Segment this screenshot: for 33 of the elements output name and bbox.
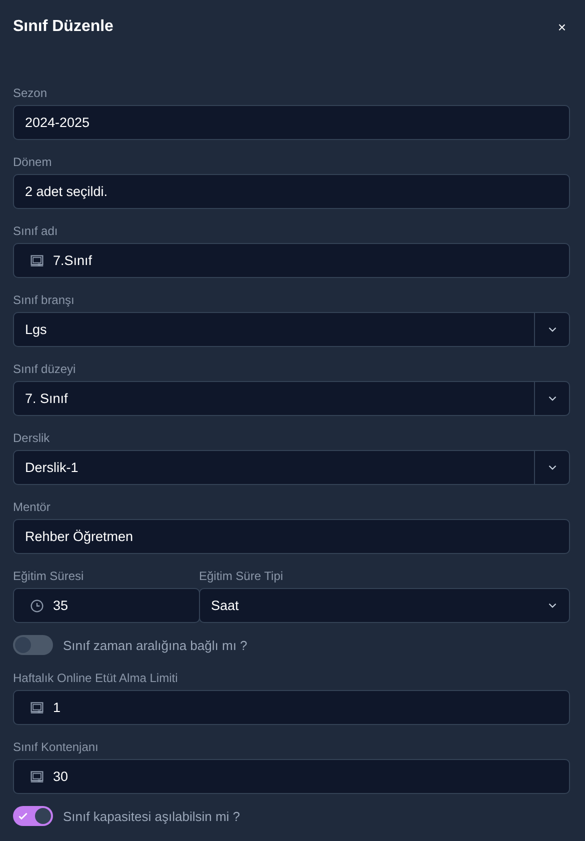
select-field[interactable]: Lgs xyxy=(13,312,570,347)
toggle-switch[interactable] xyxy=(13,806,53,826)
field-label: Haftalık Online Etüt Alma Limiti xyxy=(13,670,179,686)
field-label: Derslik xyxy=(13,430,51,446)
input-field[interactable]: 2024-2025 xyxy=(13,105,570,140)
input-field[interactable]: 2 adet seçildi. xyxy=(13,174,570,209)
close-button[interactable]: × xyxy=(554,19,570,35)
field-label: Sınıf Kontenjanı xyxy=(13,739,100,755)
board-icon xyxy=(30,254,44,268)
board-icon xyxy=(30,770,44,784)
field-label: Sezon xyxy=(13,85,48,101)
input-field[interactable]: 1 xyxy=(13,690,570,725)
board-icon xyxy=(30,700,44,714)
toggle-label: Sınıf kapasitesi aşılabilsin mi ? xyxy=(63,808,240,824)
field-label: Eğitim Süresi xyxy=(13,568,85,584)
select-field[interactable]: Derslik-1 xyxy=(13,450,570,485)
toggle-switch[interactable] xyxy=(13,635,53,655)
input-field[interactable]: 35 xyxy=(13,588,200,623)
input-field[interactable]: Rehber Öğretmen xyxy=(13,519,570,554)
field-label: Sınıf branşı xyxy=(13,292,76,308)
toggle-label: Sınıf zaman aralığına bağlı mı ? xyxy=(63,638,248,652)
field-label: Sınıf adı xyxy=(13,223,59,239)
field-label: Dönem xyxy=(13,154,53,170)
field-label: Sınıf düzeyi xyxy=(13,361,77,377)
select-field[interactable]: Saat xyxy=(199,588,570,623)
field-label: Mentör xyxy=(13,499,52,515)
field-label: Eğitim Süre Tipi xyxy=(199,568,284,584)
clock-icon xyxy=(30,598,44,612)
check-icon xyxy=(17,810,29,822)
input-field[interactable]: 30 xyxy=(13,759,570,794)
dialog-title: Sınıf Düzenle xyxy=(13,17,114,37)
select-field[interactable]: 7. Sınıf xyxy=(13,381,570,416)
input-field[interactable]: 7.Sınıf xyxy=(13,243,570,278)
